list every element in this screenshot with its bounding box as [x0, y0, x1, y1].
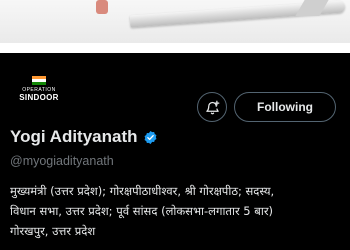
- verified-badge-icon: [144, 130, 156, 144]
- india-flag-icon: [32, 76, 46, 85]
- following-button[interactable]: Following: [234, 92, 336, 122]
- header-banner: [0, 43, 350, 53]
- profile-name: Yogi Adityanath: [10, 127, 138, 146]
- bio-line: गोरखपुर, उत्तर प्रदेश: [10, 224, 96, 238]
- bio-line: विधान सभा, उत्तर प्रदेश; पूर्व सांसद (लो…: [10, 204, 274, 218]
- person-figure: [96, 0, 108, 14]
- avatar[interactable]: OPERATION SINDOOR: [5, 55, 73, 123]
- header-photo[interactable]: [0, 0, 350, 43]
- bio-line: मुख्यमंत्री (उत्तर प्रदेश); गोरक्षपीठाधी…: [10, 184, 275, 198]
- profile-bio: मुख्यमंत्री (उत्तर प्रदेश); गोरक्षपीठाधी…: [10, 181, 345, 241]
- avatar-brand-text: SINDOOR: [19, 93, 59, 102]
- notify-button[interactable]: [197, 92, 227, 122]
- profile-actions: Following: [197, 92, 336, 122]
- name-row: Yogi Adityanath: [10, 127, 158, 147]
- bell-plus-icon: [205, 100, 219, 114]
- profile-handle: @myogiadityanath: [10, 154, 114, 168]
